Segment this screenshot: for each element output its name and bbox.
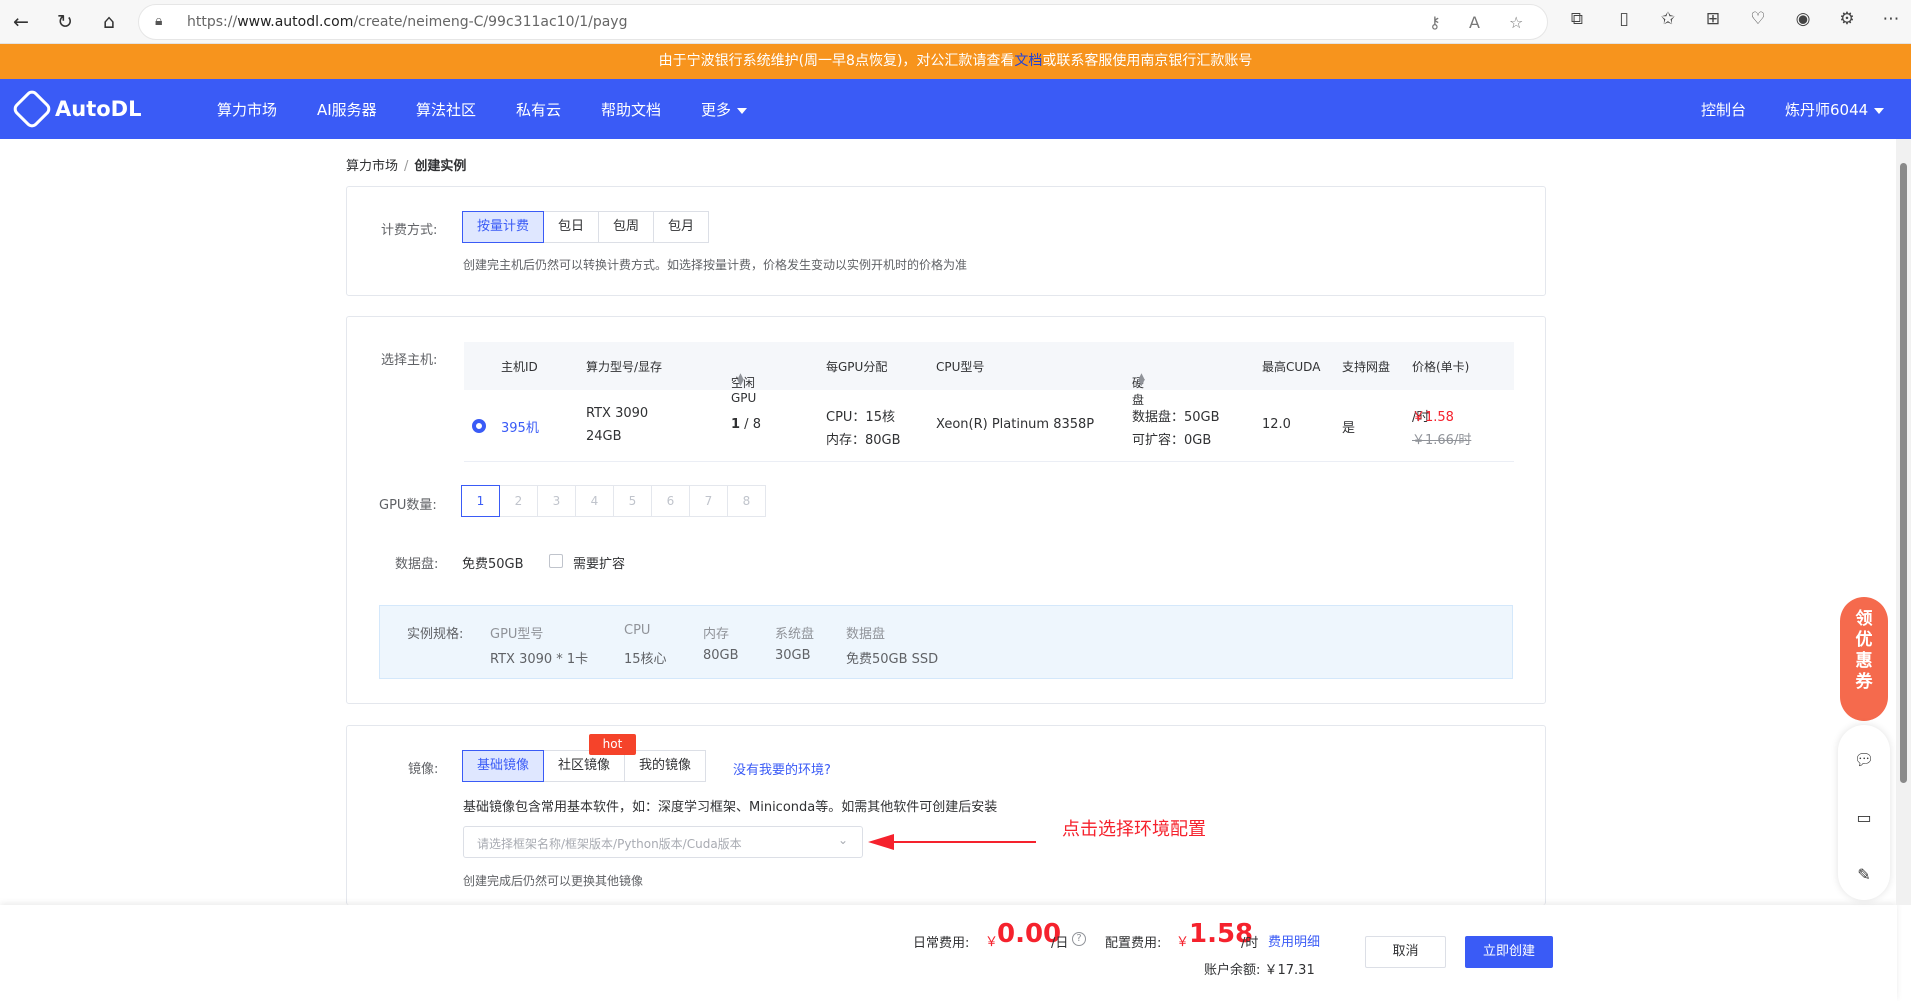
- config-fee-label: 配置费用:: [1105, 936, 1162, 951]
- billing-hint: 创建完主机后仍然可以转换计费方式。如选择按量计费，价格发生变动以实例开机时的价格…: [463, 258, 968, 272]
- gpu-count-7[interactable]: 7: [689, 485, 728, 517]
- data-disk-free: 免费50GB: [462, 557, 524, 572]
- wechat-icon[interactable]: 💬︎: [1854, 750, 1874, 769]
- billing-weekly[interactable]: 包周: [598, 211, 655, 243]
- reload-icon[interactable]: ↻: [50, 7, 80, 37]
- image-select[interactable]: 请选择框架名称/框架版本/Python版本/Cuda版本 ⌄: [463, 826, 863, 858]
- sort-icon: ▲ ▼: [1138, 372, 1145, 388]
- tab-base-image[interactable]: 基础镜像: [462, 750, 545, 782]
- lock-icon: 🔒︎: [155, 13, 163, 29]
- nav-community[interactable]: 算法社区: [416, 99, 476, 120]
- edge-icon[interactable]: ◉: [1790, 9, 1816, 29]
- split-screen-icon[interactable]: ▯: [1611, 9, 1637, 29]
- settings-icon[interactable]: ⚙: [1834, 9, 1860, 29]
- gpu-count-1[interactable]: 1: [461, 485, 500, 517]
- create-button[interactable]: 立即创建: [1465, 936, 1553, 968]
- browser-toolbar: ← ↻ ⌂ 🔒︎ https://www.autodl.com/create/n…: [0, 0, 1911, 44]
- price-original: ￥1.66/时: [1412, 433, 1472, 448]
- billing-label: 计费方式:: [381, 223, 438, 238]
- breadcrumb: 算力市场 / 创建实例: [346, 159, 467, 174]
- daily-fee-label: 日常费用:: [913, 936, 970, 951]
- table-row[interactable]: 395机 RTX 3090 24GB 1 / 8 CPU：15核 内存：80GB…: [464, 390, 1514, 462]
- user-menu[interactable]: 炼丹师6044: [1785, 99, 1885, 120]
- expand-checkbox[interactable]: [549, 554, 563, 568]
- sort-icon: ▲ ▼: [737, 372, 744, 388]
- maintenance-notice: 由于宁波银行系统维护(周一早8点恢复)，对公汇款请查看文档或联系客服使用南京银行…: [0, 44, 1911, 79]
- gpu-count-6[interactable]: 6: [651, 485, 690, 517]
- billing-payg[interactable]: 按量计费: [462, 211, 545, 243]
- gpu-count-4[interactable]: 4: [575, 485, 614, 517]
- home-icon[interactable]: ⌂: [94, 7, 124, 37]
- message-icon[interactable]: ▭: [1854, 808, 1874, 827]
- image-hint: 创建完成后仍然可以更换其他镜像: [463, 874, 644, 888]
- nav-more[interactable]: 更多: [701, 99, 748, 120]
- extensions-icon[interactable]: ⧉: [1564, 9, 1590, 29]
- host-label: 选择主机:: [381, 353, 438, 368]
- chevron-down-icon: [1874, 107, 1885, 114]
- host-radio[interactable]: [472, 419, 486, 433]
- nav-ai-server[interactable]: AI服务器: [317, 99, 377, 120]
- chevron-down-icon: [737, 107, 748, 114]
- no-env-link[interactable]: 没有我要的环境?: [733, 759, 831, 778]
- nav-help-docs[interactable]: 帮助文档: [601, 99, 661, 120]
- price-current: ￥1.58/时: [1412, 410, 1454, 425]
- more-icon[interactable]: ⋯: [1878, 9, 1904, 29]
- scrollbar-thumb[interactable]: [1900, 163, 1907, 783]
- billing-options: 按量计费 包日 包周 包月: [462, 211, 710, 243]
- instance-spec-panel: 实例规格: GPU型号 RTX 3090 * 1卡 CPU 15核心 内存 80…: [379, 605, 1513, 679]
- page-scrollbar[interactable]: [1896, 139, 1911, 905]
- notice-doc-link[interactable]: 文档: [1014, 53, 1042, 69]
- order-footer: 日常费用: ￥ 0.00 /日 ? 配置费用: ￥ 1.58 /时 费用明细 账…: [0, 905, 1897, 1001]
- nav-console[interactable]: 控制台: [1701, 99, 1746, 120]
- host-id-link[interactable]: 395机: [501, 417, 539, 436]
- fee-detail-link[interactable]: 费用明细: [1268, 931, 1320, 950]
- feedback-icon[interactable]: ✎: [1854, 865, 1874, 884]
- image-description: 基础镜像包含常用基本软件，如：深度学习框架、Miniconda等。如需其他软件可…: [463, 800, 998, 815]
- image-label: 镜像:: [408, 762, 439, 777]
- image-tabs: 基础镜像 社区镜像 我的镜像: [462, 750, 707, 782]
- billing-monthly[interactable]: 包月: [653, 211, 710, 243]
- read-aloud-icon[interactable]: A: [1469, 13, 1480, 32]
- address-bar[interactable]: 🔒︎ https://www.autodl.com/create/neimeng…: [138, 4, 1548, 40]
- collections-icon[interactable]: ⊞: [1700, 9, 1726, 29]
- coupon-promo[interactable]: 领优惠券: [1840, 597, 1888, 721]
- nav-market[interactable]: 算力市场: [217, 99, 277, 120]
- nav-private-cloud[interactable]: 私有云: [516, 99, 561, 120]
- billing-daily[interactable]: 包日: [543, 211, 600, 243]
- annotation-arrow-icon: [868, 834, 1036, 850]
- autodl-logo-icon: [10, 87, 54, 131]
- favorites-icon[interactable]: ✩: [1655, 9, 1681, 29]
- gpu-count-2[interactable]: 2: [499, 485, 538, 517]
- gpu-count-8[interactable]: 8: [727, 485, 766, 517]
- cancel-button[interactable]: 取消: [1365, 936, 1446, 968]
- expand-checkbox-label[interactable]: 需要扩容: [573, 553, 625, 572]
- host-table: 主机ID 算力型号/显存 空闲GPU ▲ ▼ 每GPU分配 CPU型号 硬盘 ▲ ▼ 最…: [464, 342, 1514, 462]
- breadcrumb-current: 创建实例: [414, 159, 467, 174]
- tab-my-image[interactable]: 我的镜像: [624, 750, 707, 782]
- spec-label: 实例规格:: [407, 627, 464, 642]
- annotation-text: 点击选择环境配置: [1062, 819, 1206, 840]
- gpu-count-5[interactable]: 5: [613, 485, 652, 517]
- breadcrumb-market[interactable]: 算力市场: [346, 159, 398, 174]
- url-text: https://www.autodl.com/create/neimeng-C/…: [187, 14, 628, 30]
- gpu-count-label: GPU数量:: [379, 498, 437, 513]
- top-nav: AutoDL 算力市场 AI服务器 算法社区 私有云 帮助文档 更多 控制台 炼…: [0, 79, 1911, 139]
- favorite-icon[interactable]: ☆: [1509, 13, 1523, 32]
- help-icon[interactable]: ?: [1072, 932, 1086, 946]
- gpu-count-3[interactable]: 3: [537, 485, 576, 517]
- account-balance: 账户余额: ￥17.31: [1204, 963, 1315, 978]
- health-icon[interactable]: ♡: [1745, 9, 1771, 29]
- key-icon[interactable]: ⚷: [1429, 13, 1441, 32]
- side-toolbar: 💬︎ ▭ ✎: [1838, 725, 1890, 900]
- brand-logo[interactable]: AutoDL: [10, 87, 141, 131]
- back-icon[interactable]: ←: [6, 7, 36, 37]
- host-table-header: 主机ID 算力型号/显存 空闲GPU ▲ ▼ 每GPU分配 CPU型号 硬盘 ▲ ▼ 最…: [464, 342, 1514, 407]
- hot-badge: hot: [589, 734, 636, 755]
- gpu-count-selector: 1 2 3 4 5 6 7 8: [461, 485, 766, 517]
- data-disk-label: 数据盘:: [395, 557, 439, 572]
- chevron-down-icon: ⌄: [837, 833, 848, 847]
